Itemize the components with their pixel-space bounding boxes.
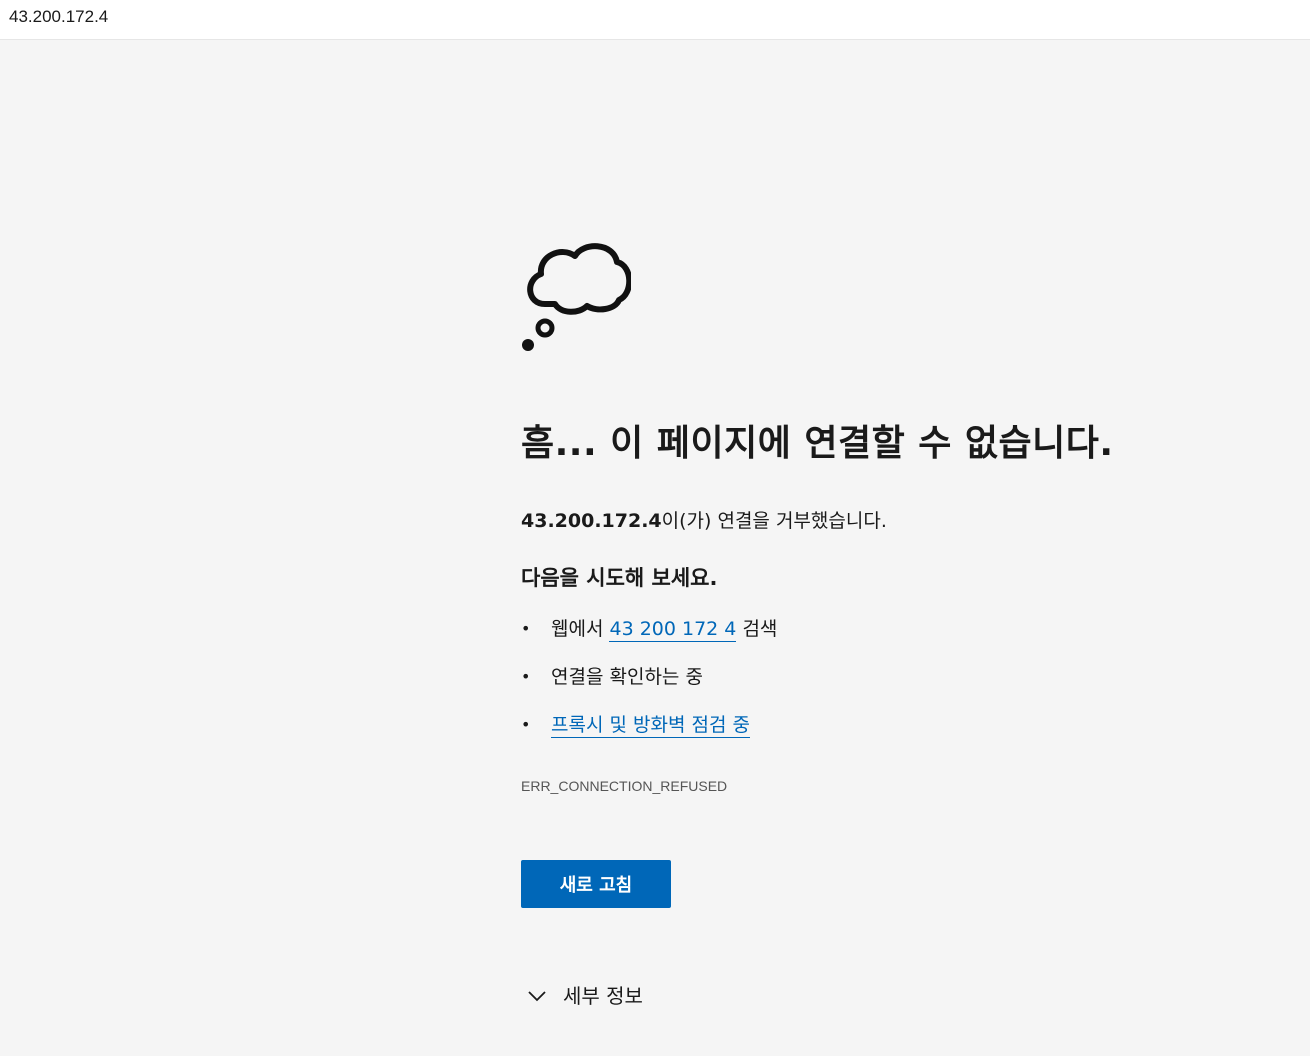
error-code: ERR_CONNECTION_REFUSED [521,778,728,794]
search-web-link[interactable]: 43 200 172 4 [609,618,737,642]
refused-host: 43.200.172.4 [521,510,662,532]
suggestion-proxy-firewall: • 프록시 및 방화벽 점검 중 [521,708,777,756]
refused-text: 이(가) 연결을 거부했습니다. [661,510,887,532]
address-bar[interactable]: 43.200.172.4 [0,0,1310,40]
details-toggle[interactable]: 세부 정보 [527,978,643,1014]
chevron-down-icon [528,991,546,1002]
thought-cloud-icon [522,243,631,351]
details-label: 세부 정보 [563,984,643,1008]
try-heading: 다음을 시도해 보세요. [521,566,718,590]
suggestion-suffix: 검색 [736,618,778,640]
refresh-button[interactable]: 새로 고침 [521,860,671,908]
bullet-icon: • [521,715,531,734]
proxy-firewall-link[interactable]: 프록시 및 방화벽 점검 중 [551,714,750,738]
suggestion-text: 연결을 확인하는 중 [551,666,703,688]
url-text[interactable]: 43.200.172.4 [9,6,108,28]
page-title: 흠... 이 페이지에 연결할 수 없습니다. [521,423,1114,464]
bullet-icon: • [521,619,531,638]
suggestion-check-connection: • 연결을 확인하는 중 [521,660,777,708]
refused-message: 43.200.172.4이(가) 연결을 거부했습니다. [521,507,887,535]
bullet-icon: • [521,667,531,686]
suggestion-list: • 웹에서 43 200 172 4 검색 • 연결을 확인하는 중 • 프록시… [521,612,777,756]
suggestion-prefix: 웹에서 [551,618,610,640]
suggestion-search: • 웹에서 43 200 172 4 검색 [521,612,777,660]
